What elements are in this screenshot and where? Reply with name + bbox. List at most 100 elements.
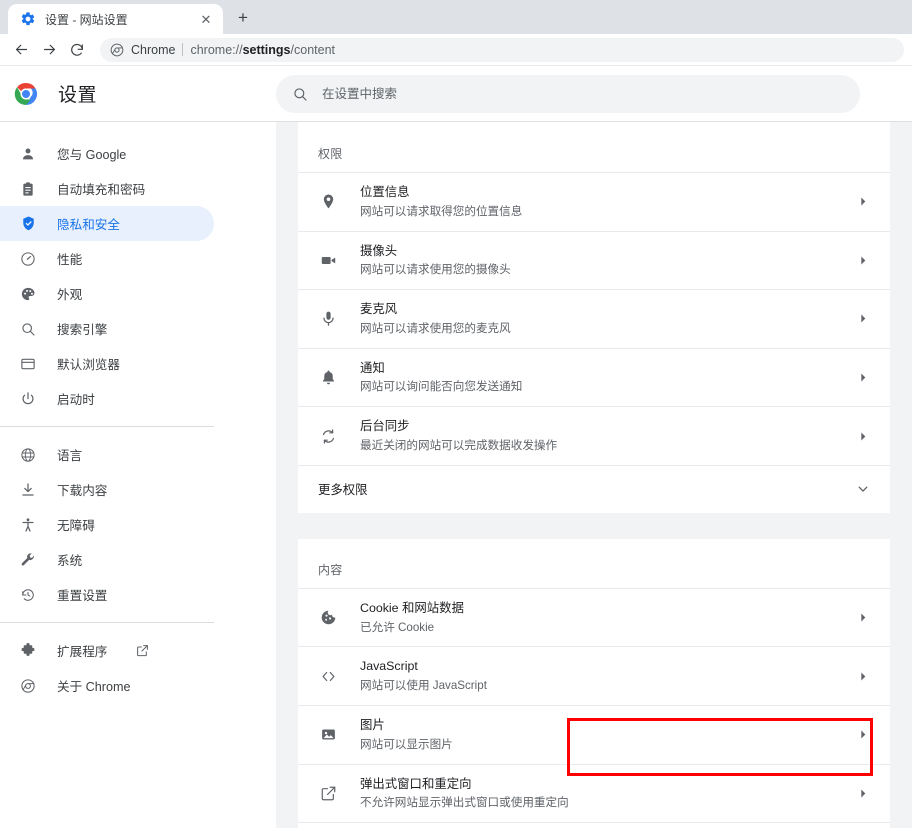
search-icon (294, 87, 307, 101)
camera-icon (318, 250, 338, 270)
row-title: 位置信息 (360, 185, 410, 199)
back-button[interactable] (8, 37, 34, 63)
sidebar-item-label: 性能 (57, 253, 83, 267)
sidebar-item-reset-settings[interactable]: 重置设置 (0, 577, 214, 612)
popup-external-icon (318, 783, 338, 803)
puzzle-icon (18, 641, 38, 661)
microphone-icon (318, 309, 338, 329)
row-title: 弹出式窗口和重定向 (360, 776, 472, 791)
sidebar-item-on-startup[interactable]: 启动时 (0, 381, 214, 416)
omnibox-divider (182, 43, 184, 56)
sidebar-item-default-browser[interactable]: 默认浏览器 (0, 346, 214, 381)
speedometer-icon (18, 249, 38, 269)
sidebar-item-extensions[interactable]: 扩展程序 (0, 633, 214, 668)
reload-button[interactable] (64, 37, 90, 63)
arrow-left-icon (15, 44, 27, 55)
search-icon (18, 319, 38, 339)
new-tab-button[interactable]: + (229, 4, 257, 32)
person-icon (18, 144, 38, 164)
chevron-right-icon[interactable] (854, 730, 872, 739)
chrome-outline-icon (18, 676, 38, 696)
settings-search-wrap (276, 74, 912, 113)
row-subtitle: 网站可以请求取得您的位置信息 (360, 204, 523, 218)
sidebar-item-label: 下载内容 (57, 484, 108, 498)
chevron-down-icon[interactable] (854, 483, 872, 495)
url-suffix: /content (290, 42, 335, 57)
chevron-right-icon[interactable] (854, 789, 872, 798)
sidebar-item-downloads[interactable]: 下载内容 (0, 472, 214, 507)
chevron-right-icon[interactable] (854, 432, 872, 441)
row-title: Cookie 和网站数据 (360, 600, 464, 615)
arrow-right-icon (43, 44, 55, 55)
sidebar-item-autofill-passwords[interactable]: 自动填充和密码 (0, 171, 214, 206)
row-text: 图片 网站可以显示图片 (360, 716, 832, 754)
more-permissions-row[interactable]: 更多权限 (298, 464, 890, 513)
settings-body: 您与 Google 自动填充和密码 隐私和安全 性能 外观 搜索引擎 默认浏览器… (0, 122, 912, 828)
sidebar-item-appearance[interactable]: 外观 (0, 276, 214, 311)
content-row-popups-redirects[interactable]: 弹出式窗口和重定向 不允许网站显示弹出式窗口或使用重定向 (298, 763, 890, 823)
accessibility-icon (18, 515, 38, 535)
chevron-right-icon[interactable] (854, 256, 872, 265)
sidebar-item-label: 语言 (57, 449, 83, 463)
chevron-right-icon[interactable] (854, 613, 872, 622)
clipboard-icon (18, 179, 38, 199)
page-title: 设置 (58, 85, 98, 106)
chrome-logo (14, 82, 38, 105)
sidebar-item-languages[interactable]: 语言 (0, 437, 214, 472)
sidebar-item-accessibility[interactable]: 无障碍 (0, 507, 214, 542)
url-prefix: chrome:// (190, 42, 243, 57)
bell-icon (318, 368, 338, 388)
permission-row-notifications[interactable]: 通知 网站可以询问能否向您发送通知 (298, 347, 890, 407)
row-subtitle: 网站可以请求使用您的麦克风 (360, 321, 511, 335)
settings-card: 权限 位置信息 网站可以请求取得您的位置信息 摄像头 网站可以请求使用您的摄像头… (298, 122, 890, 828)
sidebar-item-label: 您与 Google (57, 148, 127, 162)
tab-title: 设置 - 网站设置 (45, 12, 128, 27)
sidebar-item-privacy-security[interactable]: 隐私和安全 (0, 206, 214, 241)
permission-row-camera[interactable]: 摄像头 网站可以请求使用您的摄像头 (298, 230, 890, 290)
forward-button[interactable] (36, 37, 62, 63)
content-row-javascript[interactable]: JavaScript 网站可以使用 JavaScript (298, 646, 890, 705)
row-title: 图片 (360, 718, 385, 733)
sidebar-item-label: 自动填充和密码 (57, 183, 146, 197)
content-row-cookies[interactable]: Cookie 和网站数据 已允许 Cookie (298, 587, 890, 647)
sidebar-item-you-and-google[interactable]: 您与 Google (0, 136, 214, 171)
search-input[interactable] (322, 86, 844, 101)
row-title: 后台同步 (360, 419, 410, 434)
palette-icon (18, 284, 38, 304)
settings-search-box[interactable] (276, 74, 860, 113)
image-icon (318, 725, 338, 745)
address-bar[interactable]: Chrome chrome://settings/content (100, 37, 904, 62)
permission-row-microphone[interactable]: 麦克风 网站可以请求使用您的麦克风 (298, 289, 890, 348)
chevron-right-icon[interactable] (854, 373, 872, 382)
sidebar-item-system[interactable]: 系统 (0, 542, 214, 577)
sidebar-divider (0, 426, 214, 427)
row-subtitle: 网站可以询问能否向您发送通知 (360, 380, 523, 394)
row-text: JavaScript 网站可以使用 JavaScript (360, 657, 832, 695)
sidebar-item-label: 启动时 (57, 393, 95, 407)
more-content-settings-row[interactable]: 更多内容设置 (298, 822, 890, 828)
content-row-images[interactable]: 图片 网站可以显示图片 (298, 705, 890, 764)
row-text: Cookie 和网站数据 已允许 Cookie (360, 599, 832, 637)
row-subtitle: 网站可以使用 JavaScript (360, 679, 487, 693)
permission-row-background-sync[interactable]: 后台同步 最近关闭的网站可以完成数据收发操作 (298, 406, 890, 465)
chevron-right-icon[interactable] (854, 197, 872, 206)
sidebar-item-search-engine[interactable]: 搜索引擎 (0, 311, 214, 346)
chevron-right-icon[interactable] (854, 314, 872, 323)
row-subtitle: 已允许 Cookie (360, 620, 435, 634)
chevron-right-icon[interactable] (854, 672, 872, 681)
chrome-small-icon (110, 43, 124, 56)
close-icon[interactable]: ✕ (198, 11, 214, 27)
sync-icon (318, 426, 338, 446)
row-subtitle: 网站可以显示图片 (360, 737, 453, 751)
permission-row-location[interactable]: 位置信息 网站可以请求取得您的位置信息 (298, 172, 890, 231)
sidebar-item-label: 无障碍 (57, 519, 95, 533)
shield-icon (18, 214, 38, 234)
sidebar-item-performance[interactable]: 性能 (0, 241, 214, 276)
row-subtitle: 网站可以请求使用您的摄像头 (360, 263, 511, 277)
sidebar-item-label: 关于 Chrome (57, 680, 131, 694)
sidebar-item-label: 系统 (57, 554, 83, 568)
wrench-icon (18, 550, 38, 570)
permissions-section-label: 权限 (318, 147, 343, 161)
browser-tab[interactable]: 设置 - 网站设置 ✕ (8, 4, 223, 34)
sidebar-item-about-chrome[interactable]: 关于 Chrome (0, 668, 214, 703)
